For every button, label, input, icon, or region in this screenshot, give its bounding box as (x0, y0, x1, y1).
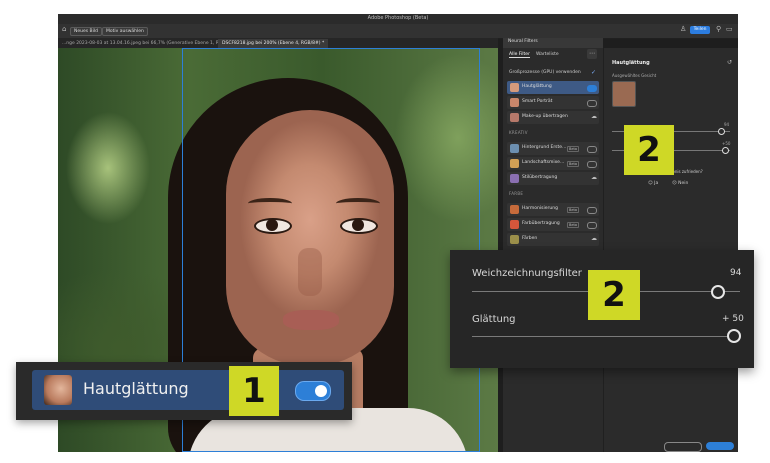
home-icon[interactable]: ⌂ (62, 25, 66, 33)
toggle-knob (315, 385, 327, 397)
callout-badge-1: 1 (229, 366, 279, 416)
category-heading: FARBE (509, 191, 524, 196)
neural-filters-header: Neural Filters (503, 38, 603, 48)
filter-label: Landschaftsmixe... (522, 160, 565, 165)
cancel-button[interactable] (664, 442, 702, 452)
skin-smoothing-label: Hautglättung (83, 379, 189, 398)
filter-label: Make-up übertragen (522, 114, 568, 119)
document-tabs: ...nge 2023-08-03 at 13.04.16.jpeg bei 6… (58, 38, 498, 48)
filter-label: Harmonisierung (522, 206, 558, 211)
category-heading: KREATIV (509, 130, 528, 135)
filter-row[interactable]: Make-up übertragen ☁ (507, 111, 599, 124)
filter-thumbnail (510, 98, 519, 107)
cloud-download-icon[interactable]: ☁ (591, 174, 597, 181)
filter-row[interactable]: Landschaftsmixe... Beta (507, 157, 599, 170)
beta-badge: Beta (567, 207, 580, 213)
mini-value-top: 94 (724, 122, 730, 127)
cloud-download-icon[interactable]: ☁ (591, 235, 597, 242)
neural-filters-title: Neural Filters (508, 39, 538, 44)
skin-smoothing-toggle[interactable] (295, 381, 331, 401)
filter-toggle[interactable] (587, 100, 597, 107)
filter-thumbnail (510, 220, 519, 229)
filter-row[interactable]: Hautglättung (507, 81, 599, 94)
filter-row[interactable]: Hintergrund Erste... Beta (507, 142, 599, 155)
filter-row[interactable]: Färben ☁ (507, 233, 599, 246)
filter-label: Färben (522, 236, 538, 241)
neural-filters-panel: Neural Filters Alle Filter Wartelistе ⋯ … (503, 38, 603, 452)
mini-slider-bottom-knob[interactable] (722, 147, 729, 154)
options-bar: ⌂ Neues Bild Motiv auswählen ♙ Teilen ⚲ … (58, 24, 738, 39)
gpu-option-row[interactable]: Großprozesse (GPU) verwenden ✓ (503, 68, 603, 78)
filter-toggle[interactable] (587, 207, 597, 214)
filter-label: Stilübertragung (522, 175, 558, 180)
no-button[interactable]: ☹ Nein (672, 181, 688, 186)
smoothing-slider-knob[interactable] (727, 329, 741, 343)
filter-toggle[interactable] (587, 161, 597, 168)
filter-label: Smart Porträt (522, 99, 553, 104)
yes-label: Ja (654, 181, 659, 186)
filter-row[interactable]: Stilübertragung ☁ (507, 172, 599, 185)
filter-thumbnail (510, 83, 519, 92)
callout-badge-2-large: 2 (588, 270, 640, 320)
blur-filter-value: 94 (730, 268, 742, 278)
filter-thumbnail (510, 159, 519, 168)
filter-thumbnail (510, 235, 519, 244)
filter-toggle[interactable] (587, 85, 597, 92)
filter-row[interactable]: Smart Porträt (507, 96, 599, 109)
smoothing-value: + 50 (722, 314, 744, 324)
filter-row[interactable]: Farbübertragung Beta (507, 218, 599, 231)
beta-badge: Beta (567, 146, 580, 152)
filter-label: Hintergrund Erste... (522, 145, 567, 150)
filter-thumbnail (510, 113, 519, 122)
filter-thumbnail (510, 174, 519, 183)
smoothing-slider[interactable] (472, 336, 734, 337)
zoomed-filter-row: Hautglättung (16, 362, 352, 420)
ok-button[interactable] (706, 442, 734, 450)
blur-filter-label: Weichzeichnungsfilter (472, 268, 582, 279)
workspace-icon[interactable]: ▭ (726, 25, 733, 33)
gpu-option-label: Großprozesse (GPU) verwenden (509, 70, 581, 75)
app-title: Adobe Photoshop (Beta) (367, 15, 429, 21)
tab-document-2[interactable]: DSCF8218.jpg bei 200% (Ebene 4, RGB/8#) … (218, 39, 329, 48)
tab-waitlist[interactable]: Wartelistе (536, 52, 559, 57)
yes-button[interactable]: ☺ Ja (648, 181, 658, 186)
filter-label: Farbübertragung (522, 221, 560, 226)
select-subject-button[interactable]: Motiv auswählen (102, 27, 148, 36)
new-image-button[interactable]: Neues Bild (70, 27, 102, 36)
beta-badge: Beta (567, 222, 580, 228)
search-icon[interactable]: ⚲ (716, 25, 721, 33)
mini-value-bottom: +50 (722, 141, 731, 146)
title-bar: Adobe Photoshop (Beta) (58, 14, 738, 24)
settings-title: Hautglättung (612, 60, 650, 66)
filter-thumbnail (510, 205, 519, 214)
mini-slider-top-knob[interactable] (718, 128, 725, 135)
tab-all-filters[interactable]: Alle Filter (509, 52, 530, 58)
cloud-download-icon[interactable]: ☁ (591, 113, 597, 120)
user-icon[interactable]: ♙ (680, 25, 686, 33)
filter-thumbnail (510, 144, 519, 153)
callout-badge-2-small: 2 (624, 125, 674, 175)
selected-face-label: Ausgewähltes Gesicht (612, 73, 657, 78)
blur-filter-slider-knob[interactable] (711, 285, 725, 299)
tab-document-1[interactable]: ...nge 2023-08-03 at 13.04.16.jpeg bei 6… (58, 39, 243, 48)
filter-row[interactable]: Harmonisierung Beta (507, 203, 599, 216)
filter-toggle[interactable] (587, 146, 597, 153)
share-button[interactable]: Teilen (690, 26, 710, 34)
selected-face-thumbnail[interactable] (612, 81, 636, 107)
skin-smoothing-row[interactable]: Hautglättung (32, 370, 344, 410)
beta-badge: Beta (567, 161, 580, 167)
checkmark-icon: ✓ (591, 69, 597, 76)
filter-toggle[interactable] (587, 222, 597, 229)
filter-label: Hautglättung (522, 84, 552, 89)
reset-icon[interactable]: ↺ (727, 59, 732, 66)
more-icon[interactable]: ⋯ (587, 49, 597, 59)
skin-smoothing-thumbnail (44, 375, 72, 405)
smoothing-label: Glättung (472, 314, 516, 325)
no-label: Nein (678, 181, 689, 186)
